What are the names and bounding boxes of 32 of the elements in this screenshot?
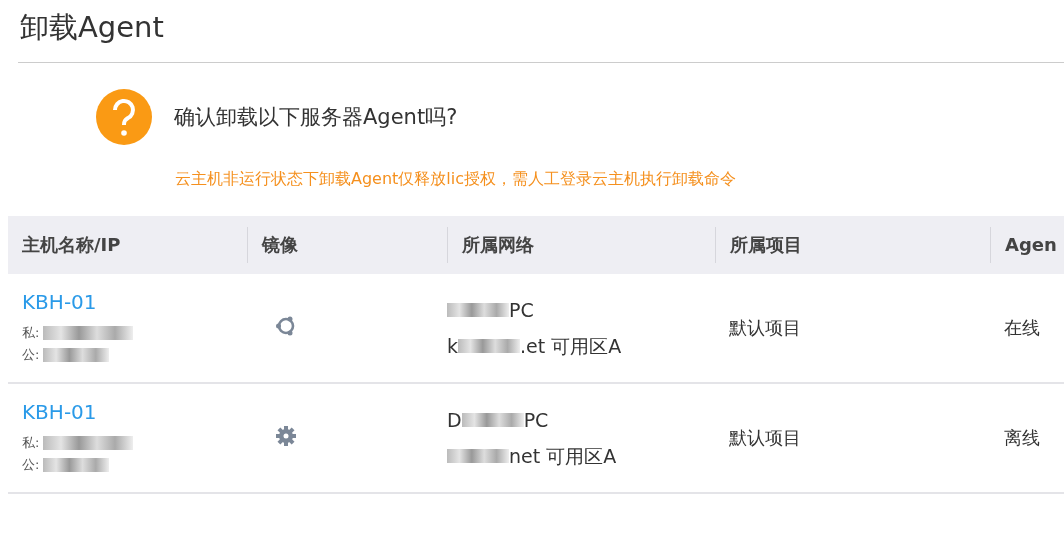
- ip-label: 私:: [22, 434, 40, 452]
- ubuntu-icon: [275, 315, 297, 337]
- redacted-block: [447, 449, 509, 463]
- network-text: D: [447, 408, 462, 433]
- table-cell-text: 默认项目: [728, 427, 801, 448]
- network-text: k: [447, 334, 458, 359]
- host-link[interactable]: KBH-01: [22, 400, 247, 424]
- question-icon: [96, 89, 152, 145]
- redacted-block: [461, 413, 524, 427]
- column-header: 所属网络: [447, 227, 715, 263]
- table-cell-text: 在线: [1003, 317, 1040, 338]
- ip-label: 私:: [22, 324, 40, 342]
- host-link[interactable]: KBH-01: [22, 290, 247, 314]
- network-text: .et 可用区A: [520, 334, 622, 359]
- column-header: 所属项目: [715, 227, 990, 263]
- redacted-block: [447, 303, 509, 317]
- column-header: 主机名称/IP: [21, 233, 122, 257]
- network-text: net 可用区A: [509, 444, 617, 469]
- redacted-block: [43, 458, 110, 472]
- confirm-question: 确认卸载以下服务器Agent吗?: [174, 104, 458, 131]
- ip-label: 公:: [22, 346, 40, 364]
- ip-label: 公:: [22, 456, 40, 474]
- column-header: Agen: [990, 227, 1064, 263]
- dialog-title: 卸载Agent: [19, 9, 165, 46]
- warning-text: 云主机非运行状态下卸载Agent仅释放lic授权，需人工登录云主机执行卸载命令: [174, 168, 738, 190]
- table-cell-text: 离线: [1003, 427, 1040, 448]
- column-header: 镜像: [247, 227, 447, 263]
- network-text: PC: [509, 298, 534, 323]
- table-cell-text: 默认项目: [728, 317, 801, 338]
- redacted-block: [458, 339, 520, 353]
- network-text: PC: [523, 408, 549, 433]
- redacted-block: [43, 348, 110, 362]
